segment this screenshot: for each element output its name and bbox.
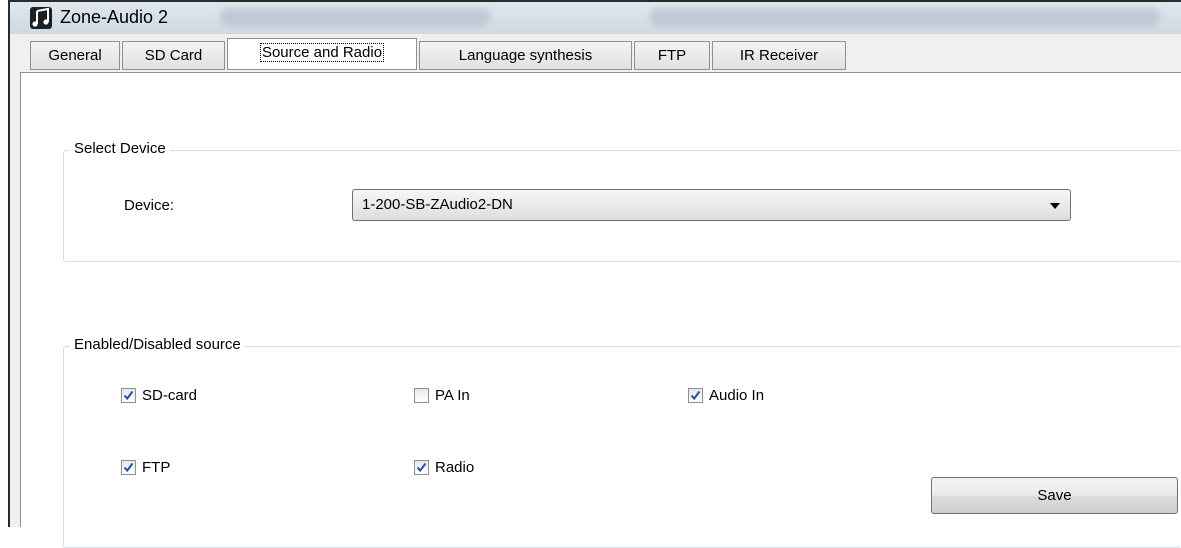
tab-label: SD Card (144, 47, 203, 64)
radio-checkbox[interactable]: Radio (414, 459, 514, 479)
checkbox-box (414, 388, 429, 403)
tab-label: Source and Radio (259, 43, 385, 62)
title-bar: Zone-Audio 2 (10, 2, 1181, 34)
tab-label: IR Receiver (739, 47, 819, 64)
tab-panel-source-and-radio: Select Device Device: 1-200-SB-ZAudio2-D… (20, 72, 1181, 548)
save-button[interactable]: Save (931, 477, 1178, 514)
checkbox-box (121, 388, 136, 403)
blurred-title-text (220, 8, 490, 26)
tab-source-and-radio[interactable]: Source and Radio (227, 38, 417, 70)
tab-label: FTP (657, 47, 687, 64)
tab-label: Language synthesis (458, 47, 593, 64)
sd-card-checkbox[interactable]: SD-card (121, 387, 241, 407)
sd-card-label: SD-card (142, 387, 198, 404)
audio-in-label: Audio In (709, 387, 765, 404)
radio-label: Radio (435, 459, 475, 476)
checkmark-icon (123, 390, 134, 401)
audio-in-checkbox[interactable]: Audio In (688, 387, 808, 407)
blurred-title-text-2 (650, 8, 1160, 26)
pa-in-checkbox[interactable]: PA In (414, 387, 514, 407)
device-dropdown-value: 1-200-SB-ZAudio2-DN (362, 196, 513, 213)
ftp-label: FTP (142, 459, 171, 476)
enabled-sources-group: Enabled/Disabled source SD-card PA In Au… (63, 336, 1181, 548)
checkbox-box (688, 388, 703, 403)
device-label: Device: (124, 197, 175, 214)
tab-language-synthesis[interactable]: Language synthesis (419, 41, 632, 70)
select-device-legend: Select Device (70, 140, 170, 157)
select-device-group: Select Device Device: 1-200-SB-ZAudio2-D… (63, 140, 1181, 262)
pa-in-label: PA In (435, 387, 470, 404)
ftp-checkbox[interactable]: FTP (121, 459, 221, 479)
checkmark-icon (123, 462, 134, 473)
checkbox-box (121, 460, 136, 475)
enabled-sources-legend: Enabled/Disabled source (70, 336, 245, 353)
tab-general[interactable]: General (30, 41, 120, 70)
tab-sd-card[interactable]: SD Card (122, 41, 225, 70)
app-window: Zone-Audio 2 General SD Card Source and … (8, 0, 1181, 548)
device-dropdown[interactable]: 1-200-SB-ZAudio2-DN (352, 189, 1071, 221)
checkmark-icon (416, 462, 427, 473)
tab-label: General (48, 47, 102, 64)
chevron-down-icon (1050, 203, 1060, 209)
tab-ftp[interactable]: FTP (634, 41, 710, 70)
tab-ir-receiver[interactable]: IR Receiver (712, 41, 846, 70)
checkmark-icon (690, 390, 701, 401)
checkbox-box (414, 460, 429, 475)
music-notes-icon (30, 7, 52, 29)
window-title: Zone-Audio 2 (60, 7, 169, 27)
